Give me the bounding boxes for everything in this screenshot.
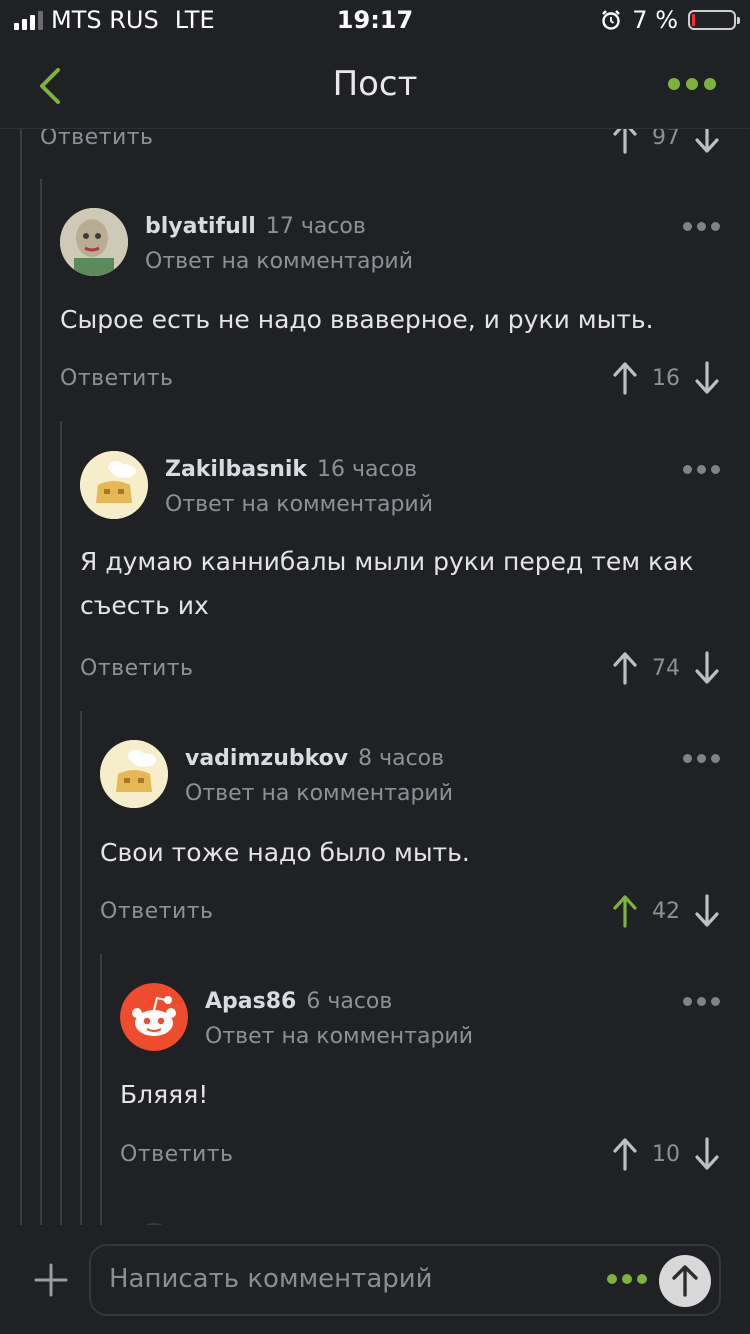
reply-context[interactable]: Ответ на комментарий (165, 492, 433, 517)
status-bar: MTS RUS LTE 19:17 7 % (0, 0, 750, 44)
comment-input-placeholder: Написать комментарий (109, 1264, 433, 1294)
username[interactable]: Apas86 (205, 989, 296, 1014)
reply-button[interactable]: Ответить (60, 366, 174, 391)
upvote-icon-active[interactable] (610, 893, 640, 929)
comment-thread[interactable]: Ответить 97 blyatifull17 часов Ответ на (0, 129, 750, 1225)
upvote-icon[interactable] (610, 129, 640, 155)
comment-composer: Написать комментарий (0, 1225, 750, 1334)
more-options-icon[interactable] (668, 78, 716, 90)
thread-line (40, 179, 42, 1225)
comment-action-bar: Ответить 10 (120, 1132, 722, 1176)
comment-input[interactable]: Написать комментарий (89, 1244, 721, 1316)
reply-button[interactable]: Ответить (100, 899, 214, 924)
downvote-icon[interactable] (692, 650, 722, 686)
thread-line (60, 421, 62, 1225)
username[interactable]: vadimzubkov (185, 746, 348, 771)
downvote-icon[interactable] (692, 893, 722, 929)
vote-count: 10 (652, 1141, 680, 1167)
comment-time: 17 часов (265, 214, 366, 239)
reply-context[interactable]: Ответ на комментарий (185, 781, 453, 806)
plus-icon[interactable] (34, 1263, 68, 1297)
avatar[interactable] (100, 740, 168, 808)
vote-count: 42 (652, 898, 680, 924)
downvote-icon[interactable] (692, 1136, 722, 1172)
avatar[interactable] (80, 451, 148, 519)
comment-text: Сырое есть не надо вваверное, и руки мыт… (60, 305, 654, 334)
reply-button[interactable]: Ответить (120, 1142, 234, 1167)
upvote-icon[interactable] (610, 360, 640, 396)
comment-text: Бляяя! (120, 1080, 209, 1109)
comment-text: Свои тоже надо было мыть. (100, 838, 470, 867)
reply-context[interactable]: Ответ на комментарий (205, 1024, 473, 1049)
reply-context[interactable]: Ответ на комментарий (145, 249, 413, 274)
vote-count: 97 (652, 129, 680, 150)
avatar[interactable] (60, 208, 128, 276)
comment-action-bar: Ответить 42 (100, 889, 722, 933)
thread-line (100, 954, 102, 1225)
comment-action-bar: Ответить 74 (80, 646, 722, 690)
vote-count: 16 (652, 365, 680, 391)
vote-count: 74 (652, 655, 680, 681)
comment-time: 16 часов (317, 457, 418, 482)
upvote-icon[interactable] (610, 650, 640, 686)
comment-more-icon[interactable] (683, 754, 720, 763)
battery-percent: 7 % (632, 6, 678, 34)
reply-button[interactable]: Ответить (80, 656, 194, 681)
battery-icon (688, 10, 740, 30)
avatar[interactable] (120, 983, 188, 1051)
comment-time: 8 часов (358, 746, 445, 771)
username[interactable]: Zakilbasnik (165, 457, 307, 482)
comment-action-bar: Ответить 16 (60, 356, 722, 400)
comment: blyatifull 17 часов Ответ на комментарий … (60, 208, 722, 488)
thread-line (20, 129, 22, 1225)
reply-button[interactable]: Ответить (40, 129, 154, 150)
comment-more-icon[interactable] (683, 222, 720, 231)
downvote-icon[interactable] (692, 360, 722, 396)
upvote-icon[interactable] (610, 1136, 640, 1172)
comment-more-icon[interactable] (683, 997, 720, 1006)
comment-more-icon[interactable] (683, 465, 720, 474)
comment-time: 6 часов (306, 989, 393, 1014)
thread-line (80, 711, 82, 1225)
send-button[interactable] (659, 1255, 711, 1307)
nav-bar: Пост (0, 44, 750, 129)
more-icon[interactable] (607, 1274, 647, 1284)
parent-action-bar: Ответить 97 (40, 129, 722, 159)
username[interactable]: blyatifull (145, 214, 256, 239)
downvote-icon[interactable] (692, 129, 722, 155)
alarm-icon (602, 10, 621, 30)
comment-text: Я думаю каннибалы мыли руки перед тем ка… (80, 547, 694, 620)
page-title: Пост (332, 64, 418, 104)
arrow-up-icon (672, 1265, 698, 1297)
